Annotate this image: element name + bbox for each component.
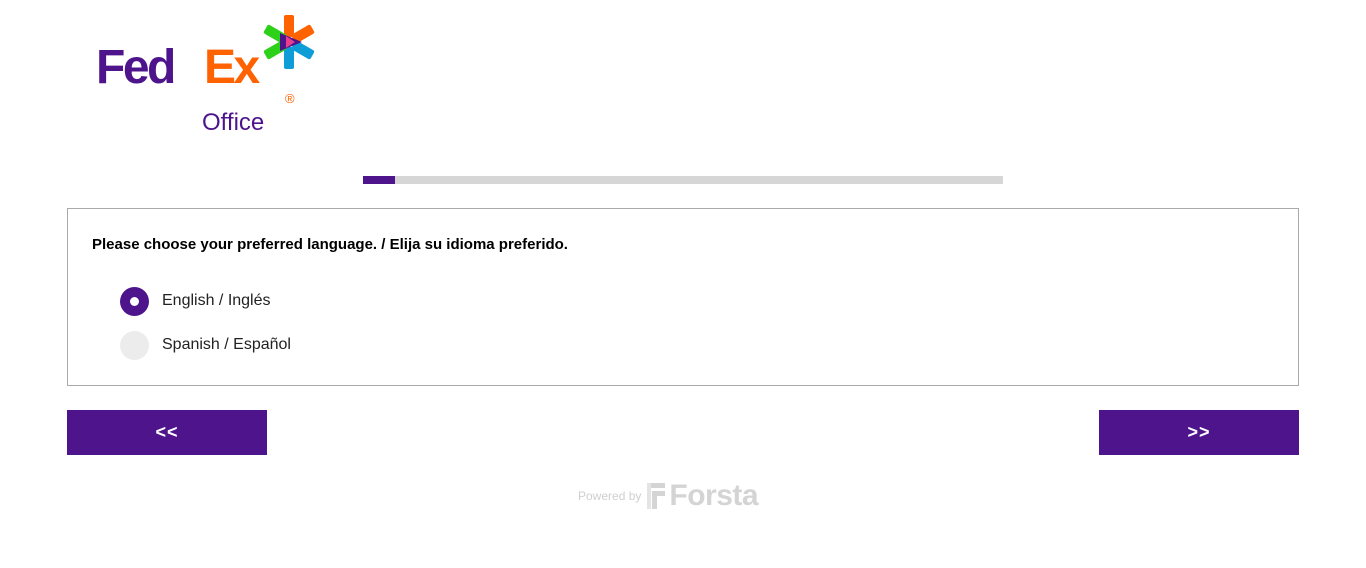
forsta-brand-text: Forsta [669, 479, 759, 512]
powered-by-footer: Powered by Forsta [578, 479, 759, 512]
fedex-office-logo: Fed Ex ® Office [96, 14, 326, 139]
option-spanish[interactable]: Spanish / Español [120, 330, 291, 360]
logo-star-icon [263, 15, 315, 69]
forsta-logo-icon [647, 483, 666, 509]
option-english[interactable]: English / Inglés [120, 286, 271, 316]
option-english-label[interactable]: English / Inglés [162, 292, 271, 310]
survey-page: Fed Ex ® Office Please choose your prefe… [0, 0, 1366, 568]
powered-by-label: Powered by [578, 489, 642, 503]
logo-ex-text: Ex [204, 41, 260, 94]
radio-english[interactable] [120, 286, 149, 316]
progress-bar-fill [363, 176, 395, 184]
logo-registered-mark: ® [285, 91, 295, 106]
question-text: Please choose your preferred language. /… [92, 236, 568, 253]
back-button[interactable]: << [67, 410, 267, 455]
logo-fed-text: Fed [96, 41, 176, 94]
question-card: Please choose your preferred language. /… [67, 208, 1299, 386]
option-spanish-label[interactable]: Spanish / Español [162, 336, 291, 354]
progress-bar [363, 176, 1003, 184]
radio-spanish[interactable] [120, 330, 149, 360]
next-button[interactable]: >> [1099, 410, 1299, 455]
logo-office-text: Office [202, 109, 265, 136]
